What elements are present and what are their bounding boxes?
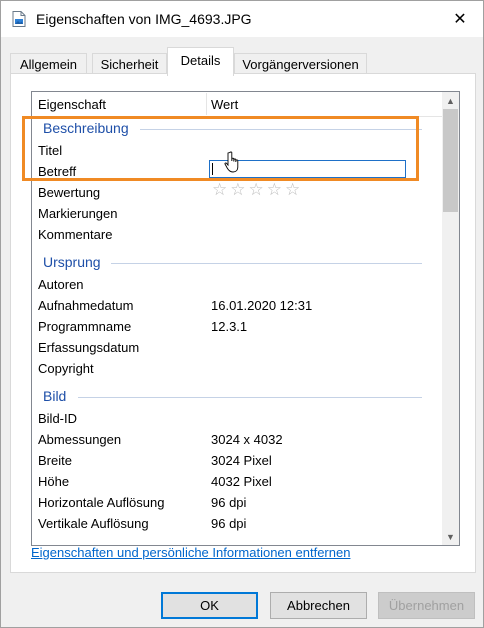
row-value-aufnahmedatum[interactable]: 16.01.2020 12:31 [211, 298, 312, 313]
remove-properties-link[interactable]: Eigenschaften und persönliche Informatio… [31, 545, 350, 560]
rating-stars[interactable]: ☆☆☆☆☆ [212, 180, 303, 200]
title-bar: Eigenschaften von IMG_4693.JPG ✕ [1, 1, 483, 37]
row-value-vertikale-aufloesung[interactable]: 96 dpi [211, 516, 246, 531]
row-label-aufnahmedatum[interactable]: Aufnahmedatum [38, 298, 133, 313]
tab-details[interactable]: Details [167, 47, 234, 76]
close-icon: ✕ [453, 11, 467, 28]
chevron-up-icon: ▲ [446, 95, 455, 106]
row-label-hoehe[interactable]: Höhe [38, 474, 69, 489]
row-value-hoehe[interactable]: 4032 Pixel [211, 474, 272, 489]
ok-button[interactable]: OK [161, 592, 258, 619]
image-file-icon [12, 11, 26, 27]
row-label-copyright[interactable]: Copyright [38, 361, 94, 376]
row-label-bewertung[interactable]: Bewertung [38, 185, 100, 200]
tab-vorgaengerversionen[interactable]: Vorgängerversionen [234, 53, 367, 74]
properties-dialog: Eigenschaften von IMG_4693.JPG ✕ Allgeme… [0, 0, 484, 628]
row-label-programmname[interactable]: Programmname [38, 319, 131, 334]
row-value-programmname[interactable]: 12.3.1 [211, 319, 247, 334]
cancel-button[interactable]: Abbrechen [270, 592, 367, 619]
column-header-property[interactable]: Eigenschaft [38, 97, 106, 112]
column-divider[interactable] [206, 93, 207, 115]
vertical-scrollbar[interactable]: ▲ ▼ [442, 92, 459, 545]
row-label-kommentare[interactable]: Kommentare [38, 227, 112, 242]
close-button[interactable]: ✕ [437, 1, 483, 37]
column-header-value[interactable]: Wert [211, 97, 238, 112]
scroll-up-button[interactable]: ▲ [442, 92, 459, 109]
row-label-autoren[interactable]: Autoren [38, 277, 84, 292]
group-heading-ursprung: Ursprung [43, 254, 101, 270]
row-label-markierungen[interactable]: Markierungen [38, 206, 118, 221]
tab-allgemein[interactable]: Allgemein [10, 53, 87, 74]
row-label-horizontale-aufloesung[interactable]: Horizontale Auflösung [38, 495, 164, 510]
row-label-abmessungen[interactable]: Abmessungen [38, 432, 121, 447]
row-label-vertikale-aufloesung[interactable]: Vertikale Auflösung [38, 516, 149, 531]
group-divider [78, 397, 422, 398]
window-title: Eigenschaften von IMG_4693.JPG [36, 11, 252, 27]
apply-button[interactable]: Übernehmen [378, 592, 475, 619]
row-value-breite[interactable]: 3024 Pixel [211, 453, 272, 468]
group-heading-bild: Bild [43, 388, 67, 404]
row-label-breite[interactable]: Breite [38, 453, 72, 468]
row-label-bild-id[interactable]: Bild-ID [38, 411, 77, 426]
tab-sicherheit[interactable]: Sicherheit [92, 53, 167, 74]
hand-cursor-icon [224, 151, 239, 173]
highlight-box [22, 116, 419, 181]
row-label-erfassungsdatum[interactable]: Erfassungsdatum [38, 340, 139, 355]
row-value-abmessungen[interactable]: 3024 x 4032 [211, 432, 283, 447]
scroll-down-button[interactable]: ▼ [442, 528, 459, 545]
chevron-down-icon: ▼ [446, 531, 455, 542]
list-header: Eigenschaft Wert [32, 92, 443, 117]
tab-bar: Allgemein Sicherheit Details Vorgängerve… [10, 47, 476, 76]
scrollbar-thumb[interactable] [443, 109, 458, 212]
group-divider [111, 263, 422, 264]
row-value-horizontale-aufloesung[interactable]: 96 dpi [211, 495, 246, 510]
